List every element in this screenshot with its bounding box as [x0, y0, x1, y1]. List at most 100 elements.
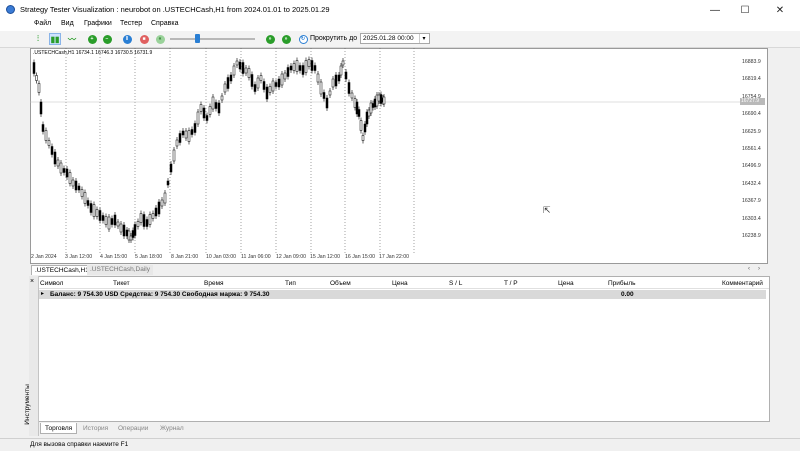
col-type[interactable]: Тип	[285, 280, 296, 287]
close-button[interactable]: ✕	[760, 0, 800, 20]
candle	[193, 123, 197, 133]
goto-icon[interactable]: ↻	[297, 33, 309, 45]
candle	[371, 103, 375, 108]
candle	[154, 207, 158, 217]
col-comment[interactable]: Комментарий	[722, 280, 763, 287]
table-header-divider	[39, 288, 769, 289]
price-tick: 16625.9	[742, 128, 761, 135]
candle	[331, 78, 335, 88]
tab-scroll-right-icon[interactable]: ›	[758, 266, 760, 272]
candle	[175, 139, 179, 147]
candle	[361, 135, 365, 141]
candle	[262, 81, 266, 90]
col-tp[interactable]: T / P	[504, 280, 518, 287]
goto-date-input[interactable]: 2025.01.28 00:00 ▾	[360, 33, 430, 44]
bar-chart-icon[interactable]: ⫶	[32, 33, 44, 45]
tab-journal[interactable]: Журнал	[156, 423, 188, 434]
pause-icon[interactable]: ‖	[121, 33, 133, 45]
candle	[350, 92, 354, 99]
candle	[116, 221, 120, 227]
title-bar: Strategy Tester Visualization : neurobot…	[0, 0, 800, 20]
stop-icon[interactable]: ■	[138, 33, 150, 45]
calendar-dropdown-icon[interactable]: ▾	[419, 34, 428, 43]
skip-forward-icon[interactable]: »	[280, 33, 292, 45]
candle	[77, 185, 81, 191]
candle	[223, 83, 227, 93]
candle	[56, 159, 60, 167]
candle	[50, 146, 54, 155]
minimize-button[interactable]: —	[700, 0, 730, 20]
col-price[interactable]: Цена	[392, 280, 408, 287]
toolbox-close-icon[interactable]: ×	[30, 278, 34, 285]
candle	[268, 86, 272, 93]
chart-tab-h1[interactable]: .USTECHCash,H1	[31, 265, 93, 275]
candle	[211, 96, 215, 110]
col-profit[interactable]: Прибыль	[608, 280, 636, 287]
tab-scroll-left-icon[interactable]: ‹	[748, 266, 750, 272]
col-time[interactable]: Время	[204, 280, 224, 287]
col-symbol[interactable]: Символ	[40, 280, 63, 287]
candle	[169, 163, 173, 173]
candle	[256, 77, 260, 89]
candle	[133, 224, 137, 236]
speed-slider-thumb[interactable]	[195, 34, 200, 43]
zoom-in-icon[interactable]: +	[86, 33, 98, 45]
speed-up-icon[interactable]: »	[264, 33, 276, 45]
time-tick: 2 Jan 2024	[31, 254, 57, 260]
speed-slider-track[interactable]	[170, 38, 255, 40]
menu-file[interactable]: Файл	[34, 20, 51, 27]
candle	[286, 67, 290, 77]
candle	[226, 77, 230, 89]
window-title: Strategy Tester Visualization : neurobot…	[20, 5, 330, 14]
candle	[307, 59, 311, 67]
candle	[277, 78, 281, 88]
candle	[344, 71, 348, 80]
zoom-out-icon[interactable]: −	[101, 33, 113, 45]
col-sl[interactable]: S / L	[449, 280, 462, 287]
col-current-price[interactable]: Цена	[558, 280, 574, 287]
candle	[319, 81, 323, 95]
tab-operations[interactable]: Операции	[114, 423, 152, 434]
candle	[295, 60, 299, 72]
menu-tester[interactable]: Тестер	[120, 20, 142, 27]
candle	[127, 230, 131, 241]
candle	[298, 65, 302, 71]
balance-row[interactable]: ▸ Баланс: 9 754.30 USD Средства: 9 754.3…	[39, 290, 766, 299]
candle	[74, 180, 78, 191]
price-tick: 16690.4	[742, 111, 761, 118]
maximize-button[interactable]: ☐	[730, 0, 760, 20]
candle	[347, 82, 351, 94]
candle	[104, 216, 108, 225]
chart-tab-daily[interactable]: .USTECHCash,Daily	[87, 265, 153, 275]
candlestick-icon[interactable]: ▮▮	[49, 33, 61, 45]
menu-help[interactable]: Справка	[151, 20, 178, 27]
candle	[101, 215, 105, 221]
line-chart-icon[interactable]: 〰	[66, 33, 78, 45]
price-tick: 16496.9	[742, 163, 761, 170]
candle	[187, 130, 191, 142]
balance-text: Баланс: 9 754.30 USD Средства: 9 754.30 …	[50, 291, 270, 298]
menu-charts[interactable]: Графики	[84, 20, 112, 27]
col-ticket[interactable]: Тикет	[113, 280, 130, 287]
candle	[250, 74, 254, 87]
col-volume[interactable]: Объем	[330, 280, 351, 287]
time-tick: 11 Jan 06:00	[241, 254, 271, 260]
candle	[199, 104, 203, 112]
candle	[151, 213, 155, 219]
candle	[377, 94, 381, 102]
candle	[259, 75, 263, 81]
price-tick: 16561.4	[742, 146, 761, 152]
candle	[292, 63, 296, 71]
tab-history[interactable]: История	[79, 423, 112, 434]
menu-view[interactable]: Вид	[61, 20, 74, 27]
candle	[107, 216, 111, 230]
price-tick: 16303.4	[742, 215, 761, 222]
candle	[341, 60, 345, 66]
candle	[35, 75, 38, 81]
tab-trade[interactable]: Торговля	[40, 423, 78, 434]
slow-down-icon[interactable]: «	[154, 33, 166, 45]
price-chart[interactable]	[30, 48, 768, 264]
candle	[62, 168, 66, 173]
expand-icon[interactable]: ▸	[41, 290, 44, 297]
balance-profit: 0.00	[621, 291, 634, 298]
